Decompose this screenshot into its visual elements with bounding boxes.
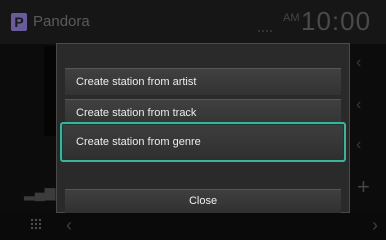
screen: P Pandora AM 10:00 ‹ ‹ ‹ ▂▄▆ + ‹ › Creat… <box>0 0 386 240</box>
clock-ampm: AM <box>283 12 300 24</box>
clock-time: 10:00 <box>301 6 372 36</box>
bottom-bar <box>0 212 386 240</box>
signal-indicator <box>258 30 272 35</box>
back-chevron-icon[interactable]: ‹ <box>66 214 72 236</box>
home-grid-icon[interactable] <box>30 218 42 230</box>
chevron-left-icon[interactable]: ‹ <box>356 96 361 114</box>
chevron-left-icon[interactable]: ‹ <box>356 54 361 72</box>
top-bar: P Pandora AM 10:00 <box>0 0 386 44</box>
pandora-app-icon: P <box>11 13 27 31</box>
album-art-area <box>44 46 56 136</box>
close-button[interactable]: Close <box>65 189 341 213</box>
station-create-dialog: Create station from artist Create statio… <box>56 43 350 213</box>
create-station-artist-button[interactable]: Create station from artist <box>65 68 341 95</box>
app-title: Pandora <box>33 13 90 30</box>
create-station-genre-button[interactable]: Create station from genre <box>60 122 346 162</box>
forward-chevron-icon[interactable]: › <box>372 214 378 236</box>
plus-icon[interactable]: + <box>357 175 370 199</box>
chevron-left-icon[interactable]: ‹ <box>356 136 361 154</box>
equalizer-icon[interactable]: ▂▄▆ <box>24 184 55 200</box>
